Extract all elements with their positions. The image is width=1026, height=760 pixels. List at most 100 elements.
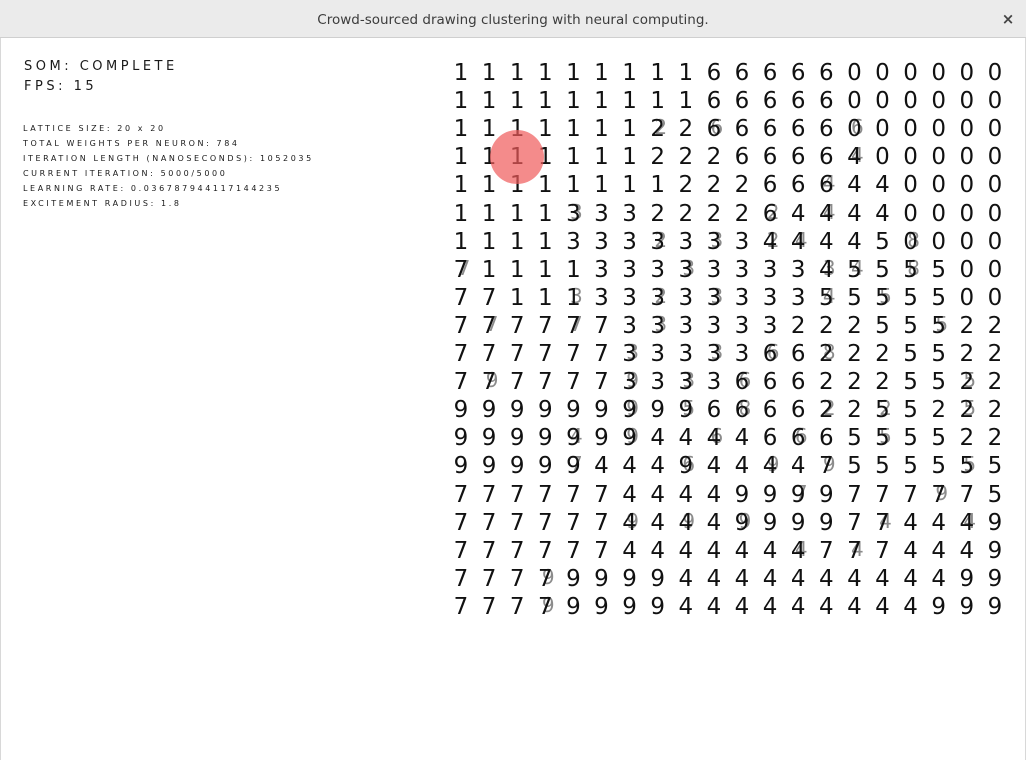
lattice-cell: 6 bbox=[706, 116, 722, 143]
lattice-cell: 5 bbox=[903, 369, 918, 396]
lattice-cell: 4 bbox=[818, 200, 834, 227]
lattice-cell: 9 bbox=[509, 453, 525, 480]
lattice-cell: 7 bbox=[903, 481, 918, 508]
lattice-cell: 4 bbox=[790, 228, 806, 255]
lattice-cell: 2 bbox=[959, 397, 975, 424]
lattice-cell: 9 bbox=[790, 481, 806, 508]
lattice-cell: 6 bbox=[762, 397, 778, 424]
lattice-cell: 4 bbox=[762, 593, 778, 620]
lattice-cell: 1 bbox=[566, 116, 581, 143]
lattice-cell: 0 bbox=[959, 228, 975, 255]
lattice-cell: 3 bbox=[622, 312, 637, 339]
lattice-cell: 7 bbox=[453, 537, 469, 564]
lattice-cell: 0 bbox=[987, 144, 1003, 171]
lattice-cell: 4 bbox=[847, 172, 862, 199]
lattice-cell: 3 bbox=[650, 312, 665, 339]
lattice-cell: 5 bbox=[903, 256, 918, 283]
lattice-cell: 0 bbox=[959, 144, 975, 171]
lattice-cell: 2 bbox=[875, 369, 890, 396]
lattice-cell: 4 bbox=[706, 453, 722, 480]
lattice-cell: 5 bbox=[959, 453, 975, 480]
lattice-cell: 6 bbox=[762, 172, 778, 199]
lattice-cell: 0 bbox=[903, 144, 918, 171]
lattice-cell: 4 bbox=[790, 200, 806, 227]
lattice-cell: 4 bbox=[790, 565, 806, 592]
lattice-cell: 5 bbox=[875, 453, 890, 480]
lattice-cell: 9 bbox=[622, 397, 637, 424]
lattice-cell: 1 bbox=[509, 60, 525, 86]
lattice-cell: 9 bbox=[818, 509, 834, 536]
lattice-cell: 1 bbox=[509, 284, 525, 311]
lattice-cell: 7 bbox=[453, 256, 469, 283]
lattice-cell: 1 bbox=[650, 172, 665, 199]
lattice-cell: 1 bbox=[622, 60, 637, 86]
lattice-cell: 7 bbox=[509, 341, 525, 367]
lattice-cell: 4 bbox=[762, 565, 778, 592]
lattice-cell: 4 bbox=[734, 565, 750, 592]
lattice-cell: 3 bbox=[622, 369, 637, 396]
lattice-cell: 4 bbox=[847, 144, 862, 171]
lattice-cell: 0 bbox=[959, 284, 975, 311]
lattice-cell: 9 bbox=[818, 481, 834, 508]
lattice-cell: 4 bbox=[594, 453, 609, 480]
lattice-cell: 9 bbox=[987, 565, 1003, 592]
lattice-cell: 1 bbox=[509, 88, 525, 115]
lattice-cell: 9 bbox=[790, 509, 806, 536]
lattice-cell: 9 bbox=[481, 453, 497, 480]
lattice-cell: 1 bbox=[453, 228, 469, 255]
lattice-cell: 3 bbox=[566, 228, 581, 255]
lattice-cell: 0 bbox=[987, 116, 1003, 143]
lattice-cell: 7 bbox=[875, 537, 890, 564]
stat-excitement-radius: EXCITEMENT RADIUS: 1.8 bbox=[23, 199, 182, 208]
lattice-cell: 1 bbox=[566, 144, 581, 171]
lattice-cell: 1 bbox=[594, 144, 609, 171]
lattice-cell: 6 bbox=[818, 60, 834, 86]
lattice-cell: 3 bbox=[594, 284, 609, 311]
lattice-cell: 2 bbox=[847, 341, 862, 367]
lattice-cell: 6 bbox=[706, 88, 722, 115]
lattice-cell: 4 bbox=[650, 509, 665, 536]
lattice-cell: 7 bbox=[453, 593, 469, 620]
lattice-cell: 7 bbox=[453, 312, 469, 339]
lattice-cell: 4 bbox=[734, 537, 750, 564]
lattice-cell: 9 bbox=[537, 453, 553, 480]
lattice-cell: 0 bbox=[875, 88, 890, 115]
lattice-cell: 6 bbox=[762, 425, 778, 452]
lattice-cell: 9 bbox=[481, 397, 497, 424]
lattice-cell: 4 bbox=[706, 537, 722, 564]
lattice-cell: 1 bbox=[622, 88, 637, 115]
lattice-cell: 3 bbox=[678, 284, 694, 311]
lattice-cell: 3 bbox=[622, 200, 637, 227]
lattice-cell: 9 bbox=[734, 509, 750, 536]
lattice-cell: 5 bbox=[875, 397, 890, 424]
lattice-cell: 6 bbox=[790, 144, 806, 171]
lattice-cell: 7 bbox=[509, 481, 525, 508]
lattice-cell: 5 bbox=[931, 312, 946, 339]
close-button[interactable]: × bbox=[998, 9, 1018, 29]
lattice-cell: 3 bbox=[734, 341, 750, 367]
lattice-cell: 0 bbox=[959, 88, 975, 115]
lattice-cell: 3 bbox=[650, 284, 665, 311]
lattice-cell: 7 bbox=[566, 369, 581, 396]
lattice-cell: 0 bbox=[959, 60, 975, 86]
lattice-cell: 9 bbox=[566, 565, 581, 592]
lattice-cell: 4 bbox=[959, 509, 975, 536]
lattice-cell: 9 bbox=[678, 397, 694, 424]
lattice-cell: 4 bbox=[790, 593, 806, 620]
lattice-cell: 1 bbox=[509, 228, 525, 255]
lattice-cell: 5 bbox=[875, 312, 890, 339]
lattice-cell: 7 bbox=[453, 341, 469, 367]
stat-lattice-size: LATTICE SIZE: 20 x 20 bbox=[23, 124, 166, 133]
lattice-cell: 6 bbox=[706, 60, 722, 86]
stat-current-iteration: CURRENT ITERATION: 5000/5000 bbox=[23, 169, 228, 178]
lattice-cell: 1 bbox=[566, 172, 581, 199]
lattice-cell: 1 bbox=[453, 60, 469, 86]
lattice-cell: 4 bbox=[678, 481, 694, 508]
lattice-cell: 7 bbox=[481, 312, 497, 339]
lattice-cell: 1 bbox=[594, 60, 609, 86]
lattice-cell: 3 bbox=[734, 312, 750, 339]
lattice-cell: 4 bbox=[875, 200, 890, 227]
lattice-cell: 1 bbox=[537, 60, 553, 86]
lattice-cell: 5 bbox=[903, 284, 918, 311]
lattice-cell: 7 bbox=[594, 509, 609, 536]
